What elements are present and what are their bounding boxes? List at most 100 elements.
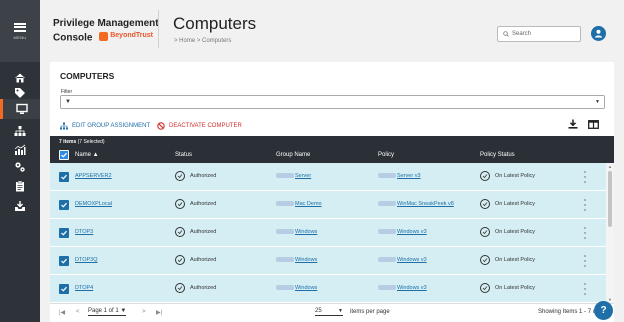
page-title: Computers xyxy=(173,14,257,33)
row-actions-kebab-icon[interactable] xyxy=(584,255,587,267)
filter-dropdown[interactable]: ▼ ▼ xyxy=(60,95,605,109)
computer-name-link[interactable]: DTOP3Q xyxy=(75,257,98,263)
column-header-status[interactable]: Status xyxy=(175,152,192,158)
nav-item-groups[interactable] xyxy=(0,121,40,141)
edit-group-assignment-button[interactable]: EDIT GROUP ASSIGNMENT xyxy=(60,122,150,130)
group-name-link[interactable]: Windows xyxy=(295,257,317,263)
search-icon xyxy=(503,31,509,37)
download-icon[interactable] xyxy=(568,119,578,129)
column-header-policy-status[interactable]: Policy Status xyxy=(480,152,515,158)
redacted-text xyxy=(276,285,294,291)
nav-item-reports[interactable] xyxy=(0,176,40,196)
scroll-up-icon[interactable]: ▲ xyxy=(608,164,612,169)
select-all-checkbox[interactable] xyxy=(59,150,69,160)
row-actions-kebab-icon[interactable] xyxy=(584,171,587,183)
policy-status-text: On Latest Policy xyxy=(495,257,536,263)
policy-status-text: On Latest Policy xyxy=(495,229,536,235)
logo-mark-icon xyxy=(99,31,109,41)
group-name-cell[interactable]: Windows xyxy=(276,229,317,235)
nav-item-computers[interactable] xyxy=(0,99,40,119)
row-checkbox[interactable] xyxy=(59,256,69,266)
computer-name-link[interactable]: APPSERVER2 xyxy=(75,173,112,179)
columns-icon[interactable] xyxy=(588,120,599,129)
table-row[interactable]: DTOP4 Authorized Windows Windows v3 On L… xyxy=(50,275,606,303)
page-select[interactable]: Page 1 of 1 ▼ xyxy=(88,308,127,316)
search-input[interactable]: Search xyxy=(497,26,581,42)
edit-group-assignment-label: EDIT GROUP ASSIGNMENT xyxy=(72,123,151,129)
row-checkbox[interactable] xyxy=(59,172,69,182)
policy-link[interactable]: Windows v3 xyxy=(397,285,427,291)
policy-link[interactable]: WinMac SneakPeek v8 xyxy=(397,201,454,207)
computer-name-link[interactable]: DTOP4 xyxy=(75,285,93,291)
redacted-text xyxy=(378,229,396,235)
status-text: Authorized xyxy=(190,285,217,291)
clipboard-icon xyxy=(16,180,24,192)
check-icon xyxy=(61,286,67,292)
row-checkbox[interactable] xyxy=(59,228,69,238)
policy-cell[interactable]: WinMac SneakPeek v8 xyxy=(378,201,454,207)
tag-icon xyxy=(15,88,25,98)
table-header: 7 items (7 Selected) Name ▲ Status Group… xyxy=(50,136,614,163)
table-scrollbar[interactable]: ▲ ▼ xyxy=(606,163,614,303)
group-name-cell[interactable]: Windows xyxy=(276,285,317,291)
nav-item-settings[interactable] xyxy=(0,157,40,177)
policy-cell[interactable]: Server v3 xyxy=(378,173,421,179)
table-row[interactable]: DTOP3Q Authorized Windows Windows v3 On … xyxy=(50,247,606,275)
group-name-cell[interactable]: Mac Demo xyxy=(276,201,322,207)
next-page-icon[interactable]: > xyxy=(142,309,146,315)
policy-status-text: On Latest Policy xyxy=(495,285,536,291)
deactivate-computer-button[interactable]: DEACTIVATE COMPUTER xyxy=(157,122,242,130)
authorized-check-icon xyxy=(175,227,185,237)
policy-cell[interactable]: Windows v3 xyxy=(378,257,427,263)
items-count: 7 items (7 Selected) xyxy=(59,139,105,145)
table-row[interactable]: DTOP3 Authorized Windows Windows v3 On L… xyxy=(50,219,606,247)
column-header-name[interactable]: Name ▲ xyxy=(75,152,99,158)
scroll-down-icon[interactable]: ▼ xyxy=(608,297,612,302)
table-row[interactable]: APPSERVER2 Authorized Server Server v3 O… xyxy=(50,163,606,191)
computer-name-link[interactable]: DEMOXPLocal xyxy=(75,201,112,207)
column-header-group-name[interactable]: Group Name xyxy=(276,152,310,158)
policy-cell[interactable]: Windows v3 xyxy=(378,229,427,235)
check-icon xyxy=(61,202,67,208)
brand[interactable]: Privilege Management Console BeyondTrust xyxy=(53,18,159,45)
user-avatar[interactable] xyxy=(591,26,606,41)
row-checkbox[interactable] xyxy=(59,284,69,294)
help-button[interactable]: ? xyxy=(594,301,613,320)
group-name-link[interactable]: Windows xyxy=(295,229,317,235)
policy-link[interactable]: Server v3 xyxy=(397,173,421,179)
last-page-icon[interactable]: ▶| xyxy=(156,309,162,316)
computer-name-link[interactable]: DTOP3 xyxy=(75,229,93,235)
authorized-check-icon xyxy=(175,171,185,181)
nav-item-deployment[interactable] xyxy=(0,196,40,216)
deploy-icon xyxy=(15,201,25,211)
latest-policy-check-icon xyxy=(480,171,490,181)
row-actions-kebab-icon[interactable] xyxy=(584,227,587,239)
first-page-icon[interactable]: |◀ xyxy=(59,309,65,316)
latest-policy-check-icon xyxy=(480,255,490,265)
group-name-link[interactable]: Mac Demo xyxy=(295,201,322,207)
page-size-select[interactable]: 25 ▼ xyxy=(315,308,343,316)
gears-icon xyxy=(15,162,25,172)
policy-link[interactable]: Windows v3 xyxy=(397,229,427,235)
policy-link[interactable]: Windows v3 xyxy=(397,257,427,263)
scrollbar-thumb[interactable] xyxy=(608,171,612,227)
chevron-down-icon: ▼ xyxy=(338,308,343,314)
table-row[interactable]: DEMOXPLocal Authorized Mac Demo WinMac S… xyxy=(50,191,606,219)
menu-button[interactable]: MENU xyxy=(0,0,40,62)
pagination-bar: |◀ < Page 1 of 1 ▼ > ▶| 25 ▼ items per p… xyxy=(50,303,614,322)
group-name-link[interactable]: Windows xyxy=(295,285,317,291)
previous-page-icon[interactable]: < xyxy=(76,309,80,315)
group-name-cell[interactable]: Windows xyxy=(276,257,317,263)
column-header-policy[interactable]: Policy xyxy=(378,152,394,158)
search-placeholder: Search xyxy=(512,31,532,37)
status-text: Authorized xyxy=(190,229,217,235)
policy-cell[interactable]: Windows v3 xyxy=(378,285,427,291)
row-actions-kebab-icon[interactable] xyxy=(584,283,587,295)
status-text: Authorized xyxy=(190,173,217,179)
row-actions-kebab-icon[interactable] xyxy=(584,199,587,211)
group-name-cell[interactable]: Server xyxy=(276,173,311,179)
row-checkbox[interactable] xyxy=(59,200,69,210)
analytics-icon xyxy=(14,144,26,155)
group-name-link[interactable]: Server xyxy=(295,173,311,179)
breadcrumb[interactable]: > Home > Computers xyxy=(174,38,231,44)
